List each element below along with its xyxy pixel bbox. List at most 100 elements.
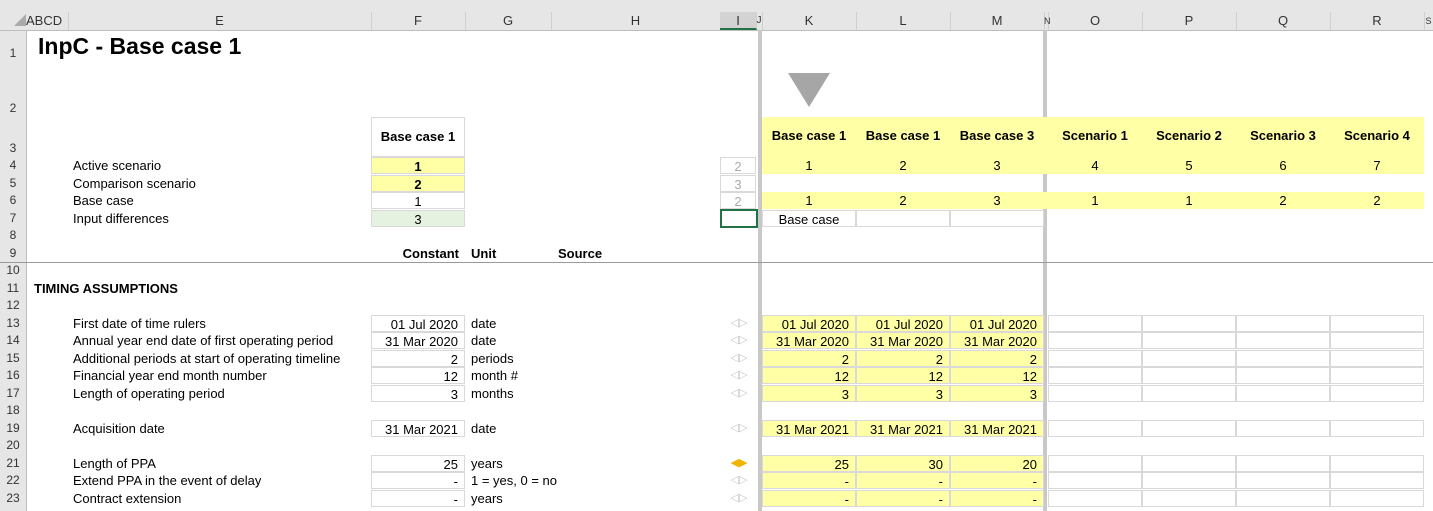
constant-input[interactable]: 01 Jul 2020 (371, 315, 465, 332)
col-header-f[interactable]: F (371, 12, 466, 30)
scenario-header-r[interactable]: Scenario 4 (1330, 117, 1424, 157)
col-header-s[interactable]: S (1424, 12, 1433, 30)
scenario-empty-o[interactable] (1048, 367, 1142, 384)
row-number[interactable]: 8 (0, 228, 26, 242)
scenario-empty-p[interactable] (1142, 490, 1236, 507)
scenario-value-l[interactable]: - (856, 472, 950, 489)
active-scenario-input[interactable]: 1 (371, 157, 465, 174)
scenario-value-m[interactable]: 01 Jul 2020 (950, 315, 1044, 332)
scenario-value-l[interactable]: 3 (856, 385, 950, 402)
scenario-empty-q[interactable] (1236, 350, 1330, 367)
scenario-empty-p[interactable] (1142, 385, 1236, 402)
row-number[interactable]: 21 (0, 456, 26, 470)
scenario-empty-q[interactable] (1236, 455, 1330, 472)
scenario-header-k[interactable]: Base case 1 (762, 117, 856, 157)
f-header-cell[interactable]: Base case 1 (371, 117, 465, 157)
scenario-value-k[interactable]: 2 (762, 350, 856, 367)
row-number[interactable]: 18 (0, 403, 26, 417)
row-number[interactable]: 14 (0, 333, 26, 347)
scenario-value-m[interactable]: - (950, 490, 1044, 507)
scenario-empty-r[interactable] (1330, 490, 1424, 507)
scenario-value-m[interactable]: 31 Mar 2020 (950, 332, 1044, 349)
constant-input[interactable]: 31 Mar 2020 (371, 332, 465, 349)
scenario-value-l[interactable]: 31 Mar 2020 (856, 332, 950, 349)
scenario-row4-m[interactable]: 3 (950, 157, 1044, 174)
scenario-empty-o[interactable] (1048, 332, 1142, 349)
scenario-empty-r[interactable] (1330, 315, 1424, 332)
row-number[interactable]: 9 (0, 246, 26, 260)
scenario-value-m[interactable]: 12 (950, 367, 1044, 384)
row-number[interactable]: 5 (0, 176, 26, 190)
scenario-header-p[interactable]: Scenario 2 (1142, 117, 1236, 157)
scenario-header-q[interactable]: Scenario 3 (1236, 117, 1330, 157)
scenario-value-k[interactable]: 31 Mar 2021 (762, 420, 856, 437)
scenario-empty-r[interactable] (1330, 367, 1424, 384)
scenario-row6-p[interactable]: 1 (1142, 192, 1236, 209)
row-number[interactable]: 1 (0, 46, 26, 60)
scenario-triangle-icon[interactable] (788, 73, 830, 107)
scenario-value-l[interactable]: 31 Mar 2021 (856, 420, 950, 437)
scenario-header-l[interactable]: Base case 1 (856, 117, 950, 157)
constant-input[interactable]: 25 (371, 455, 465, 472)
scenario-value-k[interactable]: 01 Jul 2020 (762, 315, 856, 332)
input-differences-value[interactable]: 3 (371, 210, 465, 227)
row-number[interactable]: 19 (0, 421, 26, 435)
scenario-empty-r[interactable] (1330, 472, 1424, 489)
constant-input[interactable]: - (371, 490, 465, 507)
scenario-empty-p[interactable] (1142, 472, 1236, 489)
scenario-value-l[interactable]: 2 (856, 350, 950, 367)
row-number[interactable]: 3 (0, 141, 26, 155)
row-number[interactable]: 16 (0, 368, 26, 382)
row-number[interactable]: 11 (0, 281, 26, 295)
k7-base-case-label[interactable]: Base case (762, 210, 856, 227)
scenario-row4-r[interactable]: 7 (1330, 157, 1424, 174)
scenario-empty-r[interactable] (1330, 332, 1424, 349)
scenario-value-m[interactable]: 2 (950, 350, 1044, 367)
scenario-row4-k[interactable]: 1 (762, 157, 856, 174)
scenario-value-m[interactable]: 31 Mar 2021 (950, 420, 1044, 437)
col-header-o[interactable]: O (1048, 12, 1143, 30)
scenario-row4-o[interactable]: 4 (1048, 157, 1142, 174)
i-active-value[interactable]: 2 (720, 157, 756, 174)
scenario-empty-q[interactable] (1236, 472, 1330, 489)
scenario-empty-q[interactable] (1236, 367, 1330, 384)
col-header-g[interactable]: G (465, 12, 552, 30)
scenario-row6-o[interactable]: 1 (1048, 192, 1142, 209)
scenario-empty-p[interactable] (1142, 315, 1236, 332)
scenario-empty-o[interactable] (1048, 455, 1142, 472)
col-header-i[interactable]: I (720, 12, 757, 30)
scenario-header-o[interactable]: Scenario 1 (1048, 117, 1142, 157)
row-number[interactable]: 10 (0, 263, 26, 277)
row-number[interactable]: 20 (0, 438, 26, 452)
constant-input[interactable]: 2 (371, 350, 465, 367)
active-cell-selection[interactable] (720, 209, 758, 228)
scenario-value-k[interactable]: 3 (762, 385, 856, 402)
col-header-r[interactable]: R (1330, 12, 1425, 30)
col-header-abcd[interactable]: ABCD (26, 12, 69, 30)
scenario-value-m[interactable]: - (950, 472, 1044, 489)
scenario-empty-p[interactable] (1142, 420, 1236, 437)
scenario-value-m[interactable]: 20 (950, 455, 1044, 472)
scenario-row6-m[interactable]: 3 (950, 192, 1044, 209)
scenario-empty-q[interactable] (1236, 420, 1330, 437)
scenario-value-l[interactable]: 01 Jul 2020 (856, 315, 950, 332)
scenario-value-k[interactable]: 12 (762, 367, 856, 384)
scenario-empty-r[interactable] (1330, 455, 1424, 472)
scenario-row6-r[interactable]: 2 (1330, 192, 1424, 209)
col-header-h[interactable]: H (551, 12, 721, 30)
col-header-e[interactable]: E (68, 12, 372, 30)
col-header-p[interactable]: P (1142, 12, 1237, 30)
scenario-value-l[interactable]: - (856, 490, 950, 507)
scenario-empty-r[interactable] (1330, 350, 1424, 367)
row-number[interactable]: 15 (0, 351, 26, 365)
row-number[interactable]: 22 (0, 473, 26, 487)
scenario-empty-p[interactable] (1142, 350, 1236, 367)
m7-cell[interactable] (950, 210, 1044, 227)
row-number[interactable]: 2 (0, 101, 26, 115)
scenario-empty-p[interactable] (1142, 367, 1236, 384)
comparison-scenario-input[interactable]: 2 (371, 175, 465, 192)
scenario-header-m[interactable]: Base case 3 (950, 117, 1044, 157)
scenario-row4-l[interactable]: 2 (856, 157, 950, 174)
scenario-row6-q[interactable]: 2 (1236, 192, 1330, 209)
scenario-empty-p[interactable] (1142, 332, 1236, 349)
